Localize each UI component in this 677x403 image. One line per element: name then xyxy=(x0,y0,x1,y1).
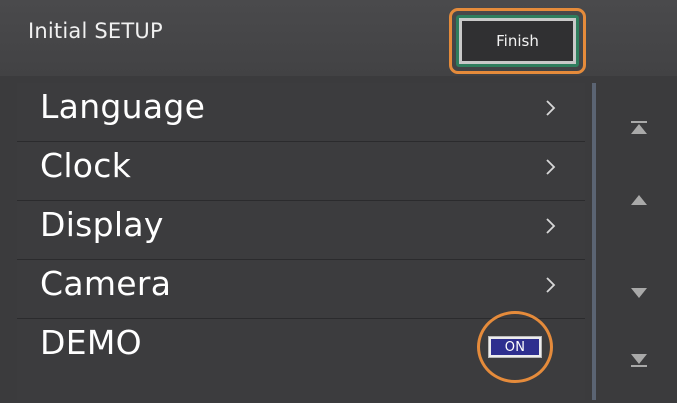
scroll-up-icon xyxy=(631,195,647,205)
list-item-camera[interactable]: Camera xyxy=(17,260,585,318)
demo-toggle-button[interactable]: ON xyxy=(488,336,542,358)
chevron-right-icon xyxy=(546,159,556,175)
list-item-label: Language xyxy=(40,87,206,126)
scroll-top-button[interactable] xyxy=(624,113,654,143)
chevron-right-icon xyxy=(546,277,556,293)
demo-toggle-label: ON xyxy=(491,339,539,355)
chevron-right-icon xyxy=(546,218,556,234)
scroll-bottom-icon xyxy=(631,354,647,367)
finish-button[interactable]: Finish xyxy=(456,15,579,67)
header-bar: Initial SETUP Finish xyxy=(0,0,677,76)
page-title: Initial SETUP xyxy=(28,19,163,43)
finish-button-label: Finish xyxy=(462,21,573,61)
scroll-controls xyxy=(600,83,677,400)
list-item-label: Camera xyxy=(40,264,172,303)
list-item-display[interactable]: Display xyxy=(17,201,585,259)
list-item-label: Clock xyxy=(40,146,132,185)
list-item-clock[interactable]: Clock xyxy=(17,142,585,200)
initial-setup-screen: Initial SETUP Finish Language Clock Disp… xyxy=(0,0,677,403)
scroll-down-icon xyxy=(631,288,647,298)
list-item-label: DEMO xyxy=(40,323,142,362)
list-item-language[interactable]: Language xyxy=(17,83,585,141)
scroll-bottom-button[interactable] xyxy=(624,345,654,375)
scroll-top-icon xyxy=(631,121,647,134)
scroll-down-button[interactable] xyxy=(624,278,654,308)
scroll-up-button[interactable] xyxy=(624,185,654,215)
chevron-right-icon xyxy=(546,100,556,116)
list-item-label: Display xyxy=(40,205,164,244)
scroll-rail xyxy=(592,83,596,400)
